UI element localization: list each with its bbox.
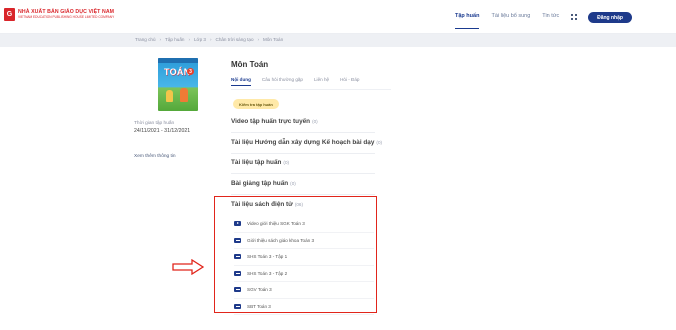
tab-contact[interactable]: Liên hệ (314, 77, 329, 82)
main-nav: Tập huấn Tài liệu bổ sung Tin tức (455, 13, 559, 29)
tab-faq[interactable]: Câu hỏi thường gặp (262, 77, 303, 82)
logo-subtitle: VIETNAM EDUCATION PUBLISHING HOUSE LIMIT… (18, 15, 115, 19)
breadcrumb-bar: Trang chủ › Tập huấn › Lớp 3 › Chân trời… (0, 34, 676, 47)
section-count: (0) (290, 181, 296, 186)
tab-qa[interactable]: Hỏi - Đáp (340, 77, 359, 82)
publisher-logo[interactable]: G NHÀ XUẤT BẢN GIÁO DỤC VIỆT NAM VIETNAM… (4, 8, 114, 21)
training-test-button[interactable]: Kiểm tra tập huấn (233, 99, 279, 109)
training-period-label: Thời gian tập huấn (134, 121, 175, 126)
highlight-box (214, 196, 377, 313)
section-title: Bài giảng tập huấn (231, 180, 289, 187)
book-cover-grade: 3 (187, 68, 194, 75)
section-lesson-plan-guide[interactable]: Tài liệu Hướng dẫn xây dựng Kế hoạch bài… (231, 139, 382, 154)
tabs-divider (231, 89, 391, 90)
breadcrumb: Trang chủ › Tập huấn › Lớp 3 › Chân trời… (135, 37, 283, 42)
top-header: G NHÀ XUẤT BẢN GIÁO DỤC VIỆT NAM VIETNAM… (0, 0, 676, 34)
arrow-right-icon (172, 259, 204, 275)
apps-grid-icon[interactable] (571, 14, 577, 20)
more-info-link[interactable]: Xem thêm thông tin (134, 154, 176, 159)
section-training-lectures[interactable]: Bài giảng tập huấn (0) (231, 180, 375, 195)
tab-noi-dung[interactable]: Nội dung (231, 77, 251, 86)
content-tabs: Nội dung Câu hỏi thường gặp Liên hệ Hỏi … (231, 77, 359, 86)
nav-item-tap-huan[interactable]: Tập huấn (455, 13, 480, 29)
breadcrumb-item-current: Môn Toán (263, 37, 284, 42)
chevron-right-icon: › (159, 37, 162, 42)
section-title: Tài liệu tập huấn (231, 159, 282, 166)
section-title: Tài liệu Hướng dẫn xây dựng Kế hoạch bài… (231, 139, 375, 146)
section-count: (0) (283, 160, 290, 165)
section-training-documents[interactable]: Tài liệu tập huấn (0) (231, 159, 375, 174)
breadcrumb-item-grade[interactable]: Lớp 3 (194, 37, 206, 42)
logo-mark: G (4, 8, 15, 21)
login-button[interactable]: Đăng nhập (588, 12, 632, 23)
logo-text: NHÀ XUẤT BẢN GIÁO DỤC VIỆT NAM VIETNAM E… (18, 9, 115, 19)
section-video[interactable]: Video tập huấn trực tuyến (0) (231, 118, 375, 133)
section-title: Video tập huấn trực tuyến (231, 118, 311, 125)
nav-item-tin-tuc[interactable]: Tin tức (542, 13, 559, 19)
chevron-right-icon: › (188, 37, 190, 42)
training-period-value: 24/11/2021 - 31/12/2021 (134, 128, 191, 134)
section-count: (0) (312, 119, 318, 124)
breadcrumb-item-series[interactable]: Chân trời sáng tạo (216, 37, 254, 42)
breadcrumb-item-training[interactable]: Tập huấn (165, 37, 184, 42)
breadcrumb-item-home[interactable]: Trang chủ (135, 37, 156, 42)
section-count: (0) (376, 140, 383, 145)
chevron-right-icon: › (257, 37, 260, 42)
chevron-right-icon: › (209, 37, 212, 42)
book-cover-image: TOÁN 3 (158, 58, 198, 111)
nav-item-tai-lieu-bo-sung[interactable]: Tài liệu bổ sung (491, 13, 530, 19)
page-title: Môn Toán (231, 60, 269, 69)
